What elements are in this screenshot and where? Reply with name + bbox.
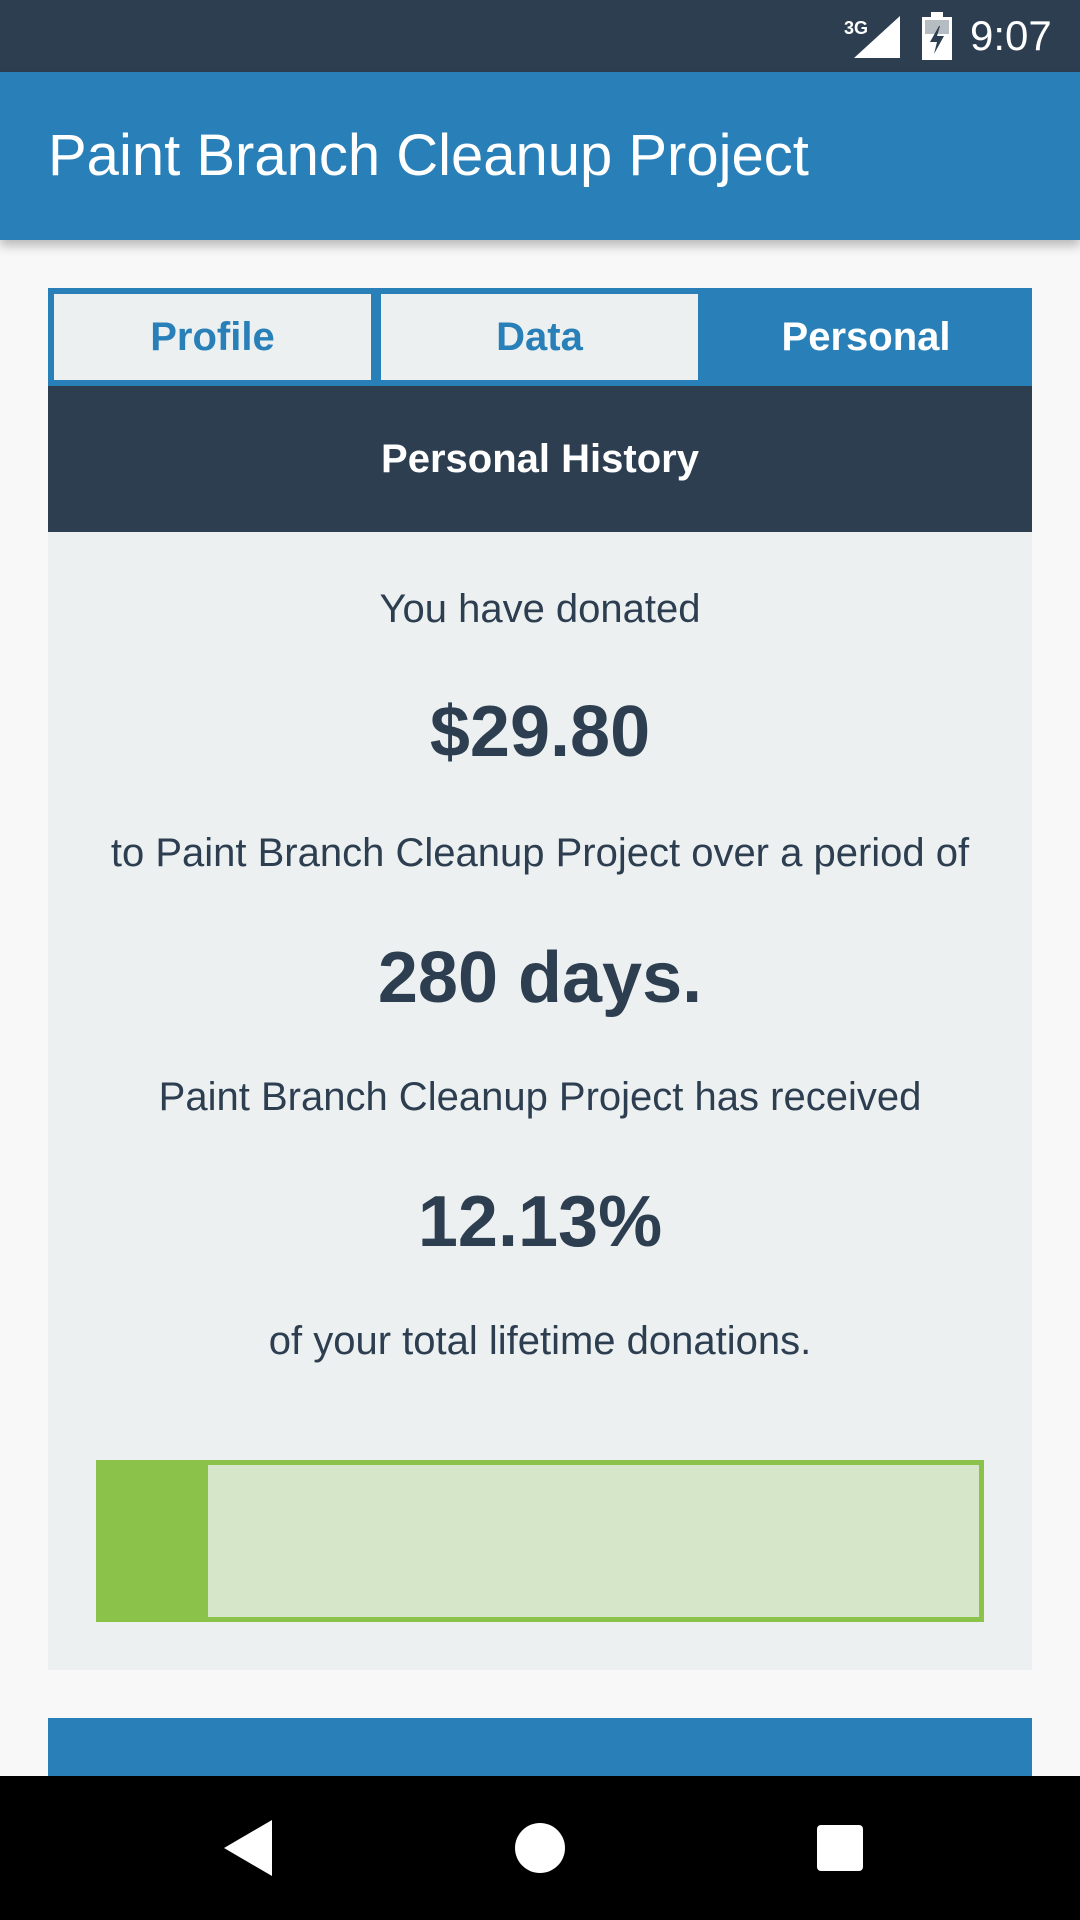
battery-charging-icon: [922, 12, 952, 60]
tab-bar: Profile Data Personal: [48, 288, 1032, 386]
app-bar: Paint Branch Cleanup Project: [0, 72, 1080, 240]
cellular-signal-icon: 3G: [844, 16, 900, 58]
back-icon[interactable]: [210, 1812, 282, 1884]
donation-share-progress-bar: [96, 1460, 984, 1622]
donation-percentage: 12.13%: [417, 1182, 663, 1262]
tab-profile[interactable]: Profile: [54, 294, 371, 380]
status-bar: 3G 9:07: [0, 0, 1080, 72]
next-card: [48, 1718, 1032, 1778]
donation-period-days: 280 days.: [377, 938, 703, 1018]
network-type-label: 3G: [844, 18, 868, 38]
app-title: Paint Branch Cleanup Project: [48, 123, 809, 188]
personal-history-card: Profile Data Personal Personal History Y…: [48, 288, 1032, 1670]
system-navigation-bar: [0, 1776, 1080, 1920]
received-intro-text: Paint Branch Cleanup Project has receive…: [158, 1075, 922, 1119]
donated-intro-text: You have donated: [379, 587, 701, 631]
progress-fill: [101, 1465, 208, 1617]
tab-personal[interactable]: Personal: [706, 294, 1026, 380]
donation-amount: $29.80: [429, 692, 651, 772]
period-intro-text: to Paint Branch Cleanup Project over a p…: [110, 831, 970, 875]
percent-outro-text: of your total lifetime donations.: [268, 1319, 812, 1363]
home-icon[interactable]: [504, 1812, 576, 1884]
clock: 9:07: [970, 12, 1052, 59]
recents-icon[interactable]: [804, 1812, 876, 1884]
tab-data[interactable]: Data: [381, 294, 698, 380]
section-header: Personal History: [48, 386, 1032, 532]
